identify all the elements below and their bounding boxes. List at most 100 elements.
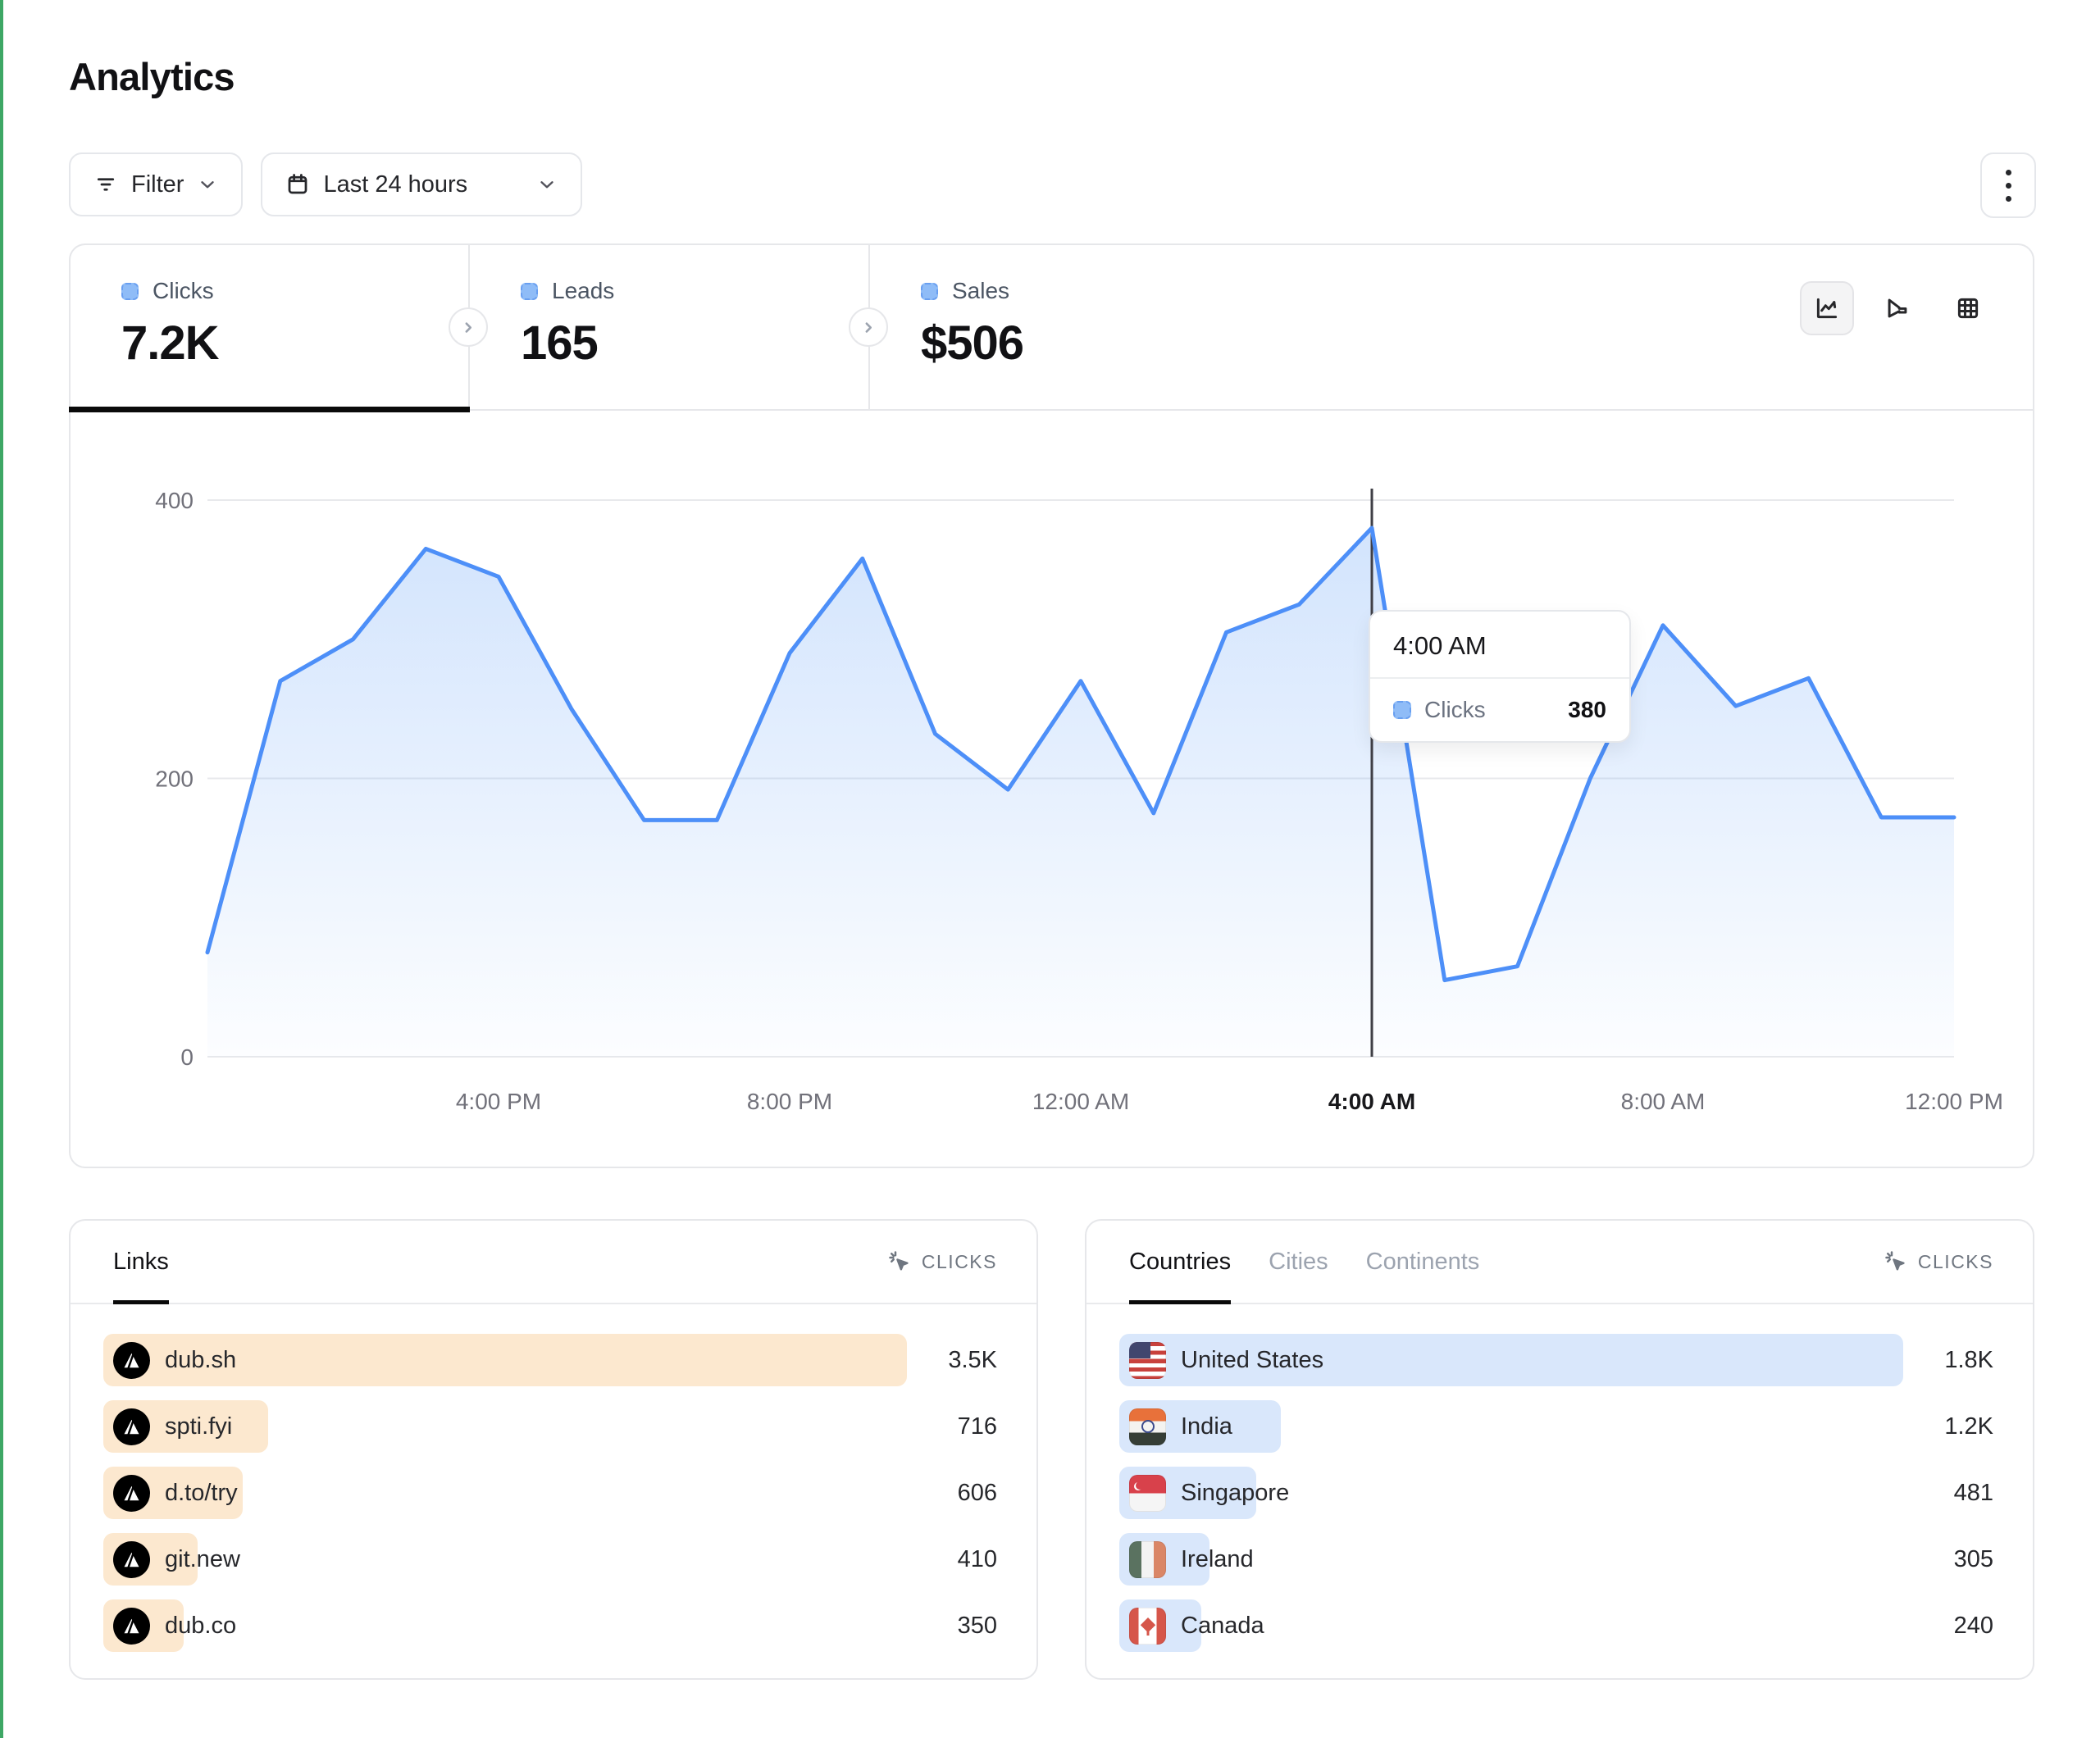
- sg-flag-icon: [1129, 1475, 1166, 1512]
- page-title: Analytics: [69, 54, 235, 99]
- list-item[interactable]: Singapore481: [1119, 1467, 1993, 1519]
- analytics-card: Clicks 7.2K Leads 165 Sales $506: [69, 243, 2034, 1168]
- stat-tab-clicks[interactable]: Clicks 7.2K: [71, 245, 468, 409]
- chevron-right-icon: [458, 316, 479, 338]
- clicks-area-chart[interactable]: 0 200 400 4:00 PM 8:00 PM 12:00 AM 4:00 AM 8:00…: [71, 411, 2033, 1167]
- clicks-count: 410: [907, 1546, 997, 1573]
- leads-legend-swatch: [521, 283, 538, 300]
- clicks-count: 606: [907, 1480, 997, 1507]
- stat-tab-leads[interactable]: Leads 165: [468, 245, 868, 409]
- filter-button[interactable]: Filter: [69, 152, 243, 216]
- row-content: spti.fyi: [113, 1400, 232, 1453]
- date-range-label: Last 24 hours: [323, 171, 467, 198]
- ie-flag-icon: [1129, 1541, 1166, 1578]
- table-view-button[interactable]: [1941, 281, 1995, 335]
- clicks-count: 305: [1903, 1546, 1993, 1573]
- y-axis-tick-label: 400: [155, 488, 194, 513]
- list-item[interactable]: United States 1.8K: [1119, 1334, 1993, 1386]
- list-item[interactable]: git.new 410: [103, 1533, 997, 1586]
- tab-links[interactable]: Links: [113, 1221, 169, 1303]
- countries-panel: Countries Cities Continents CLICKS Unite…: [1085, 1219, 2034, 1680]
- tooltip-time: 4:00 AM: [1370, 612, 1629, 679]
- list-item[interactable]: spti.fyi 716: [103, 1400, 997, 1453]
- row-content: git.new: [113, 1533, 240, 1586]
- bar-track: India: [1119, 1400, 1903, 1453]
- countries-metric-switcher[interactable]: CLICKS: [1884, 1249, 1993, 1274]
- stat-label: Sales: [952, 278, 1009, 304]
- bar-track: git.new: [103, 1533, 907, 1586]
- x-axis-tick-label: 8:00 PM: [747, 1089, 832, 1114]
- list-item[interactable]: India 1.2K: [1119, 1400, 1993, 1453]
- tab-continents[interactable]: Continents: [1366, 1221, 1480, 1303]
- chevron-right-icon: [858, 316, 879, 338]
- us-flag-icon: [1129, 1342, 1166, 1379]
- x-axis-tick-label: 4:00 AM: [1328, 1089, 1415, 1114]
- links-metric-switcher[interactable]: CLICKS: [887, 1249, 997, 1274]
- x-axis-tick-label: 12:00 PM: [1905, 1089, 2003, 1114]
- expand-leads-sales-button[interactable]: [849, 307, 888, 347]
- kebab-dot: [2006, 183, 2011, 189]
- bar-track: d.to/try: [103, 1467, 907, 1519]
- cursor-click-icon: [1884, 1249, 1908, 1274]
- filter-icon: [93, 172, 118, 197]
- active-stat-underline: [69, 407, 470, 412]
- x-axis-tick-label: 8:00 AM: [1621, 1089, 1706, 1114]
- kebab-dot: [2006, 170, 2011, 175]
- chart-canvas[interactable]: 0 200 400 4:00 PM 8:00 PM 12:00 AM 4:00 AM 8:00…: [71, 411, 2033, 1167]
- funnel-chart-icon: [1884, 294, 1911, 322]
- list-item[interactable]: Ireland 305: [1119, 1533, 1993, 1586]
- stats-row: Clicks 7.2K Leads 165 Sales $506: [71, 245, 2033, 411]
- bar-track: United States: [1119, 1334, 1903, 1386]
- link-favicon: [113, 1541, 150, 1578]
- stat-label: Leads: [552, 278, 614, 304]
- clicks-count: 481: [1903, 1480, 1993, 1507]
- area-fill: [207, 528, 1954, 1057]
- link-label: git.new: [165, 1546, 240, 1573]
- clicks-count: 240: [1903, 1613, 1993, 1640]
- row-content: India: [1129, 1400, 1232, 1453]
- country-label: India: [1181, 1413, 1232, 1440]
- list-item[interactable]: dub.co350: [103, 1599, 997, 1652]
- links-list: dub.sh3.5K spti.fyi 716 d.to/try 606 git.new 4…: [71, 1304, 1036, 1652]
- left-accent-border: [0, 0, 3, 1738]
- link-label: d.to/try: [165, 1480, 238, 1507]
- toolbar: Filter Last 24 hours: [69, 152, 582, 216]
- funnel-chart-view-button[interactable]: [1870, 281, 1925, 335]
- x-axis-tick-label: 4:00 PM: [456, 1089, 541, 1114]
- list-item[interactable]: Canada 240: [1119, 1599, 1993, 1652]
- chart-tooltip: 4:00 AM Clicks 380: [1369, 610, 1631, 743]
- bar-track: Ireland: [1119, 1533, 1903, 1586]
- filter-button-label: Filter: [131, 171, 184, 198]
- line-chart-icon: [1813, 294, 1841, 322]
- bar-track: Canada: [1119, 1599, 1903, 1652]
- clicks-count: 716: [907, 1413, 997, 1440]
- y-axis-tick-label: 200: [155, 767, 194, 792]
- clicks-legend-swatch: [1393, 701, 1411, 719]
- cursor-click-icon: [887, 1249, 912, 1274]
- y-axis-tick-label: 0: [180, 1044, 194, 1070]
- chevron-down-icon: [536, 174, 558, 195]
- clicks-count: 350: [907, 1613, 997, 1640]
- clicks-count: 1.8K: [1903, 1347, 1993, 1374]
- sales-legend-swatch: [921, 283, 938, 300]
- stat-label: Clicks: [153, 278, 214, 304]
- list-item[interactable]: dub.sh3.5K: [103, 1334, 997, 1386]
- row-content: Ireland: [1129, 1533, 1254, 1586]
- line-chart-view-button[interactable]: [1800, 281, 1854, 335]
- list-item[interactable]: d.to/try 606: [103, 1467, 997, 1519]
- calendar-icon: [285, 172, 310, 197]
- date-range-button[interactable]: Last 24 hours: [261, 152, 582, 216]
- country-label: Ireland: [1181, 1546, 1254, 1573]
- clicks-count: 1.2K: [1903, 1413, 1993, 1440]
- clicks-count: 3.5K: [907, 1347, 997, 1374]
- tab-countries[interactable]: Countries: [1129, 1221, 1231, 1303]
- tab-cities[interactable]: Cities: [1269, 1221, 1328, 1303]
- more-options-button[interactable]: [1980, 152, 2036, 218]
- row-content: Canada: [1129, 1599, 1264, 1652]
- links-panel: Links CLICKS dub.sh3.5K spti.fyi 716 d.to/t…: [69, 1219, 1038, 1680]
- link-favicon: [113, 1608, 150, 1645]
- x-axis-tick-label: 12:00 AM: [1032, 1089, 1129, 1114]
- expand-clicks-leads-button[interactable]: [449, 307, 488, 347]
- country-label: United States: [1181, 1347, 1323, 1374]
- table-grid-icon: [1954, 294, 1982, 322]
